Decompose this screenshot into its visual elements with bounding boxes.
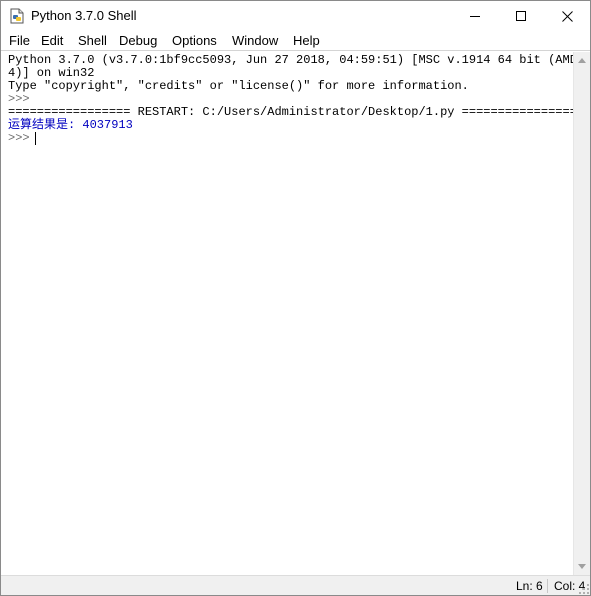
shell-active-prompt: >>>: [8, 131, 37, 145]
menu-shell[interactable]: Shell: [78, 33, 107, 49]
text-cursor: [35, 132, 36, 145]
python-idle-icon: [10, 8, 24, 24]
maximize-icon: [516, 11, 526, 21]
close-icon: [561, 10, 573, 22]
close-button[interactable]: [544, 1, 590, 31]
status-bar: Ln: 6 Col: 4: [1, 575, 590, 595]
idle-shell-window: Python 3.7.0 Shell File Edit Shell Debug…: [0, 0, 591, 596]
resize-grip-icon[interactable]: [579, 584, 589, 594]
menu-edit[interactable]: Edit: [41, 33, 63, 49]
menu-bar: File Edit Shell Debug Options Window Hel…: [1, 31, 590, 51]
chevron-up-icon: [578, 58, 586, 63]
scroll-up-button[interactable]: [574, 52, 590, 69]
menu-window[interactable]: Window: [232, 33, 278, 49]
menu-options[interactable]: Options: [172, 33, 217, 49]
window-title: Python 3.7.0 Shell: [31, 8, 137, 23]
title-bar[interactable]: Python 3.7.0 Shell: [1, 1, 590, 31]
chevron-down-icon: [578, 564, 586, 569]
scroll-down-button[interactable]: [574, 558, 590, 575]
status-line-number: Ln: 6: [516, 579, 543, 593]
menu-separator: [1, 50, 590, 51]
status-divider: [547, 579, 548, 593]
menu-debug[interactable]: Debug: [119, 33, 157, 49]
shell-text-area[interactable]: Python 3.7.0 (v3.7.0:1bf9cc5093, Jun 27 …: [2, 52, 573, 575]
minimize-button[interactable]: [452, 1, 498, 31]
shell-line-info: Type "copyright", "credits" or "license(…: [8, 79, 469, 93]
vertical-scrollbar[interactable]: [573, 52, 590, 575]
menu-file[interactable]: File: [9, 33, 30, 49]
minimize-icon: [470, 16, 480, 17]
maximize-button[interactable]: [498, 1, 544, 31]
menu-help[interactable]: Help: [293, 33, 320, 49]
